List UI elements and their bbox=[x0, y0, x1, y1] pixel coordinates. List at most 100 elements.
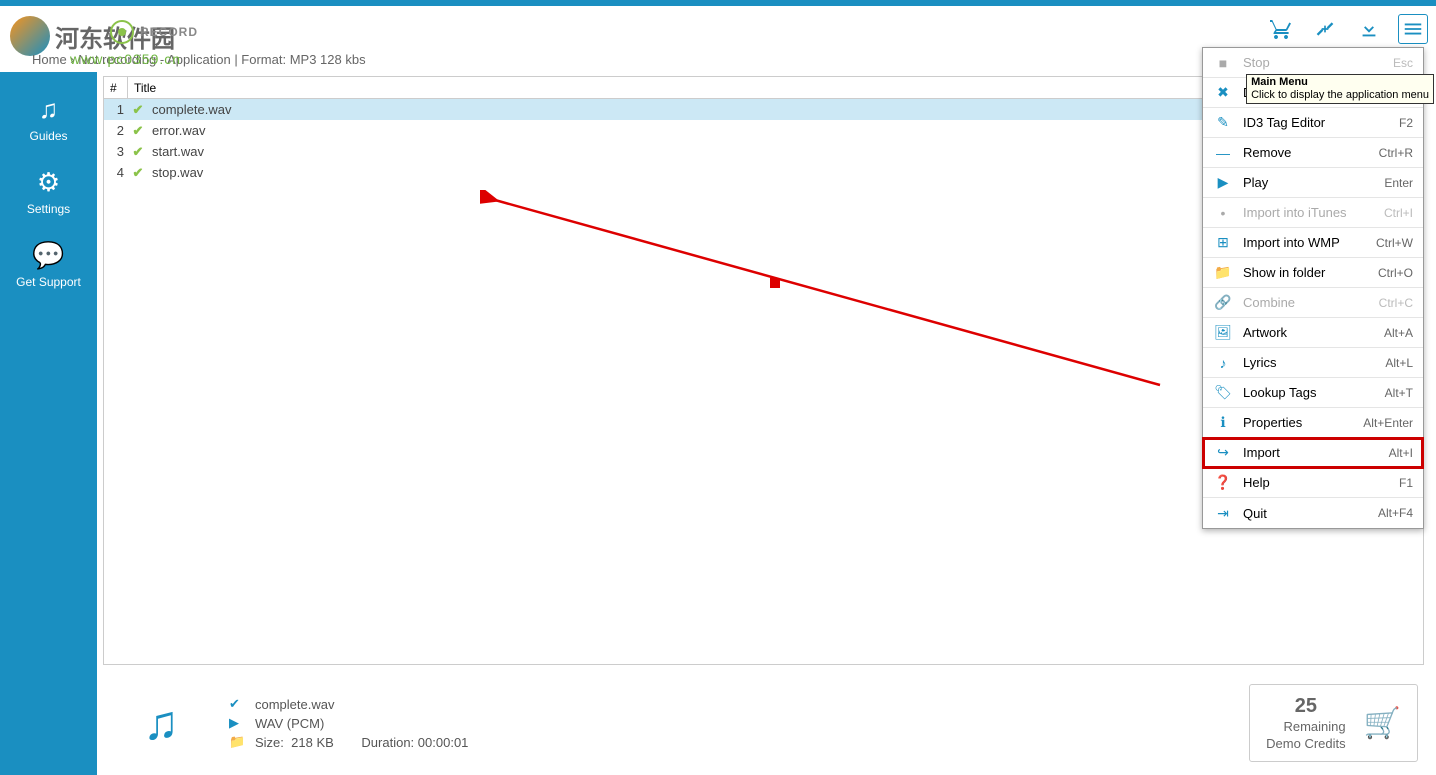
context-menu: ■StopEsc✖Delete✎ID3 Tag EditorF2—RemoveC… bbox=[1202, 47, 1424, 529]
sidebar-item-support[interactable]: 💬 Get Support bbox=[0, 228, 97, 301]
check-icon: ✔ bbox=[229, 696, 245, 712]
menu-icon: ✎ bbox=[1213, 114, 1233, 131]
menu-item-artwork[interactable]: 🖼ArtworkAlt+A bbox=[1203, 318, 1423, 348]
music-note-icon: ♫ bbox=[143, 696, 179, 751]
menu-label: Remove bbox=[1243, 145, 1379, 160]
gear-icon: ⚙ bbox=[0, 167, 97, 198]
tooltip-title: Main Menu bbox=[1251, 76, 1429, 89]
menu-icon: ■ bbox=[1213, 55, 1233, 71]
menu-icon: ⇥ bbox=[1213, 505, 1233, 522]
menu-shortcut: Alt+I bbox=[1389, 446, 1413, 460]
play-icon[interactable]: ▶ bbox=[229, 715, 245, 731]
sidebar-item-label: Get Support bbox=[0, 275, 97, 289]
record-icon bbox=[110, 20, 134, 44]
menu-label: Import into WMP bbox=[1243, 235, 1376, 250]
track-info: ✔ complete.wav ▶ WAV (PCM) 📁 Size: 218 K… bbox=[229, 693, 1249, 753]
row-title: start.wav bbox=[148, 144, 1255, 159]
size-value: 218 KB bbox=[291, 735, 334, 750]
sidebar-item-label: Settings bbox=[0, 202, 97, 216]
watermark-url: www.pc0359.cn bbox=[70, 51, 181, 67]
col-title[interactable]: Title▲ bbox=[128, 77, 1255, 98]
menu-shortcut: Alt+F4 bbox=[1378, 506, 1413, 520]
menu-shortcut: Ctrl+W bbox=[1376, 236, 1413, 250]
menu-label: Import bbox=[1243, 445, 1389, 460]
row-number: 1 bbox=[104, 102, 128, 117]
menu-icon: ♪ bbox=[1213, 355, 1233, 371]
menu-label: Combine bbox=[1243, 295, 1379, 310]
menu-icon: 🏷 bbox=[1213, 384, 1233, 401]
row-title: complete.wav bbox=[148, 102, 1255, 117]
row-number: 2 bbox=[104, 123, 128, 138]
footer: ♫ ✔ complete.wav ▶ WAV (PCM) 📁 Size: 218… bbox=[103, 673, 1424, 773]
row-title: stop.wav bbox=[148, 165, 1255, 180]
menu-label: Show in folder bbox=[1243, 265, 1378, 280]
menu-label: Lookup Tags bbox=[1243, 385, 1385, 400]
menu-icon: • bbox=[1213, 205, 1233, 221]
menu-item-remove[interactable]: —RemoveCtrl+R bbox=[1203, 138, 1423, 168]
menu-item-import-into-itunes: •Import into iTunesCtrl+I bbox=[1203, 198, 1423, 228]
tooltip-body: Click to display the application menu bbox=[1251, 89, 1429, 102]
track-title: complete.wav bbox=[255, 697, 334, 712]
menu-icon: ✖ bbox=[1213, 84, 1233, 101]
cart-icon: 🛒 bbox=[1364, 706, 1401, 741]
menu-label: Properties bbox=[1243, 415, 1363, 430]
menu-label: Lyrics bbox=[1243, 355, 1385, 370]
collapse-icon[interactable] bbox=[1310, 14, 1340, 44]
download-icon[interactable] bbox=[1354, 14, 1384, 44]
track-format: WAV (PCM) bbox=[255, 716, 324, 731]
menu-label: Import into iTunes bbox=[1243, 205, 1384, 220]
duration-value: 00:00:01 bbox=[418, 735, 469, 750]
menu-shortcut: Alt+L bbox=[1385, 356, 1413, 370]
menu-item-id3-tag-editor[interactable]: ✎ID3 Tag EditorF2 bbox=[1203, 108, 1423, 138]
folder-icon[interactable]: 📁 bbox=[229, 734, 245, 750]
menu-item-help[interactable]: ❓ HelpF1 bbox=[1203, 468, 1423, 498]
menu-shortcut: Enter bbox=[1384, 176, 1413, 190]
menu-label: Artwork bbox=[1243, 325, 1384, 340]
menu-icon: ↪ bbox=[1213, 444, 1233, 461]
cart-icon[interactable] bbox=[1266, 14, 1296, 44]
menu-item-import-into-wmp[interactable]: ⊞Import into WMPCtrl+W bbox=[1203, 228, 1423, 258]
menu-item-combine: 🔗CombineCtrl+C bbox=[1203, 288, 1423, 318]
sidebar-item-label: Guides bbox=[0, 129, 97, 143]
sidebar-item-guides[interactable]: ♫ Guides bbox=[0, 82, 97, 155]
menu-label: Play bbox=[1243, 175, 1384, 190]
sidebar: ♫ Guides ⚙ Settings 💬 Get Support bbox=[0, 72, 97, 775]
menu-shortcut: F2 bbox=[1399, 116, 1413, 130]
menu-shortcut: Alt+A bbox=[1384, 326, 1413, 340]
sidebar-item-settings[interactable]: ⚙ Settings bbox=[0, 155, 97, 228]
row-number: 3 bbox=[104, 144, 128, 159]
menu-shortcut: Esc bbox=[1393, 56, 1413, 70]
menu-shortcut: F1 bbox=[1399, 476, 1413, 490]
music-note-icon: ♫ bbox=[0, 94, 97, 125]
credits-box[interactable]: 25 Remaining Demo Credits 🛒 bbox=[1249, 684, 1418, 762]
menu-item-quit[interactable]: ⇥QuitAlt+F4 bbox=[1203, 498, 1423, 528]
col-number[interactable]: # bbox=[104, 77, 128, 98]
check-icon: ✔ bbox=[128, 102, 148, 118]
menu-item-import[interactable]: ↪ ImportAlt+I bbox=[1203, 438, 1423, 468]
app-header: 河东软件园 RECORD bbox=[0, 6, 1436, 48]
check-icon: ✔ bbox=[128, 123, 148, 139]
breadcrumb: Home › Not recording - Application | For… bbox=[32, 52, 366, 67]
menu-label: Help bbox=[1243, 475, 1399, 490]
credits-line2: Demo Credits bbox=[1266, 736, 1345, 753]
menu-icon: — bbox=[1213, 145, 1233, 161]
menu-item-show-in-folder[interactable]: 📁Show in folderCtrl+O bbox=[1203, 258, 1423, 288]
menu-icon: 📁 bbox=[1213, 264, 1233, 281]
menu-icon[interactable] bbox=[1398, 14, 1428, 44]
menu-item-lookup-tags[interactable]: 🏷 Lookup TagsAlt+T bbox=[1203, 378, 1423, 408]
menu-item-lyrics[interactable]: ♪ LyricsAlt+L bbox=[1203, 348, 1423, 378]
menu-icon: ▶ bbox=[1213, 174, 1233, 191]
record-label: RECORD bbox=[140, 25, 198, 39]
duration-label: Duration: bbox=[361, 735, 414, 750]
menu-item-play[interactable]: ▶ PlayEnter bbox=[1203, 168, 1423, 198]
menu-icon: ℹ bbox=[1213, 414, 1233, 431]
menu-icon: ❓ bbox=[1213, 474, 1233, 491]
menu-shortcut: Alt+T bbox=[1385, 386, 1413, 400]
size-label: Size: bbox=[255, 735, 284, 750]
record-button[interactable]: RECORD bbox=[110, 20, 198, 44]
credits-line1: Remaining bbox=[1266, 719, 1345, 736]
check-icon: ✔ bbox=[128, 144, 148, 160]
menu-item-properties[interactable]: ℹPropertiesAlt+Enter bbox=[1203, 408, 1423, 438]
main-menu-tooltip: Main Menu Click to display the applicati… bbox=[1246, 74, 1434, 104]
row-number: 4 bbox=[104, 165, 128, 180]
